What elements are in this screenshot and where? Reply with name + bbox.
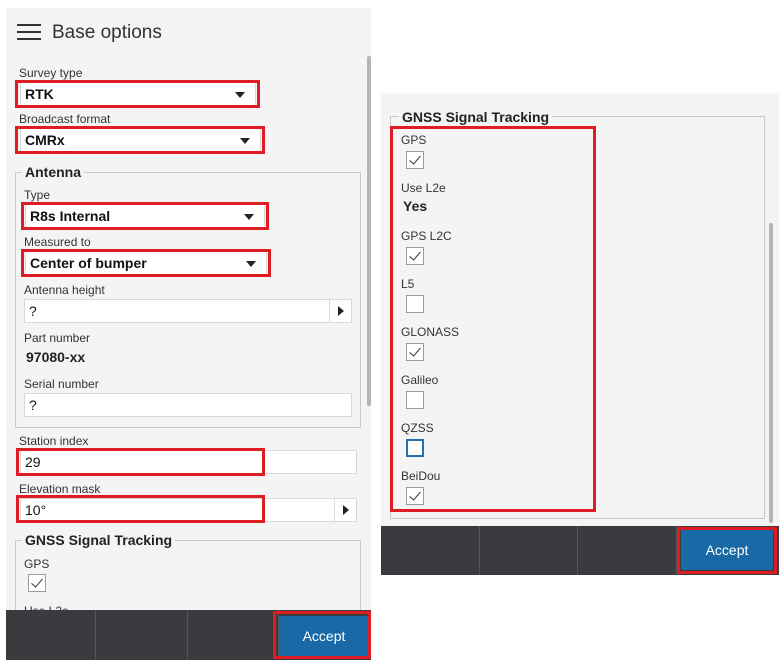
galileo-checkbox[interactable] [406, 391, 424, 409]
part-number-label: Part number [24, 331, 91, 345]
gps-label: GPS [24, 557, 50, 571]
page-title: Base options [52, 22, 162, 43]
chevron-down-icon [235, 92, 245, 98]
check-icon [409, 344, 421, 357]
scrollbar[interactable] [769, 223, 773, 523]
part-number-value: 97080-xx [26, 349, 86, 365]
bottom-toolbar: Accept [6, 610, 371, 660]
chevron-right-icon[interactable] [329, 300, 351, 322]
serial-number-value: ? [29, 397, 37, 413]
gps-checkbox[interactable] [28, 574, 46, 592]
accept-button[interactable]: Accept [681, 530, 773, 570]
qzss-checkbox[interactable] [406, 439, 424, 457]
antenna-type-dropdown[interactable]: R8s Internal [25, 204, 265, 228]
chevron-down-icon [244, 214, 254, 220]
use-l2e-label: Use L2e [401, 181, 446, 195]
station-index-label: Station index [19, 434, 89, 448]
antenna-height-value: ? [29, 303, 37, 319]
chevron-right-icon[interactable] [334, 499, 356, 521]
galileo-label: Galileo [401, 373, 439, 387]
use-l2e-value: Yes [403, 198, 428, 214]
check-icon [409, 152, 421, 165]
station-index-value: 29 [25, 454, 41, 470]
survey-type-dropdown[interactable]: RTK [20, 82, 256, 106]
glonass-checkbox[interactable] [406, 343, 424, 361]
elevation-mask-label: Elevation mask [19, 482, 101, 496]
l5-label: L5 [401, 277, 415, 291]
check-icon [409, 488, 421, 501]
antenna-height-label: Antenna height [24, 283, 105, 297]
serial-number-label: Serial number [24, 377, 99, 391]
gps-checkbox[interactable] [406, 151, 424, 169]
scrollbar[interactable] [367, 56, 371, 406]
gps-l2c-checkbox[interactable] [406, 247, 424, 265]
broadcast-format-label: Broadcast format [19, 112, 111, 126]
station-index-input[interactable]: 29 [20, 450, 357, 474]
survey-type-label: Survey type [19, 66, 83, 80]
base-options-panel: Base options Survey type RTK Broadcast f… [6, 8, 371, 660]
hamburger-menu-icon[interactable] [17, 24, 41, 42]
app-header: Base options [6, 8, 371, 58]
antenna-type-value: R8s Internal [30, 208, 111, 224]
measured-to-value: Center of bumper [30, 255, 147, 271]
beidou-checkbox[interactable] [406, 487, 424, 505]
survey-type-value: RTK [25, 86, 54, 102]
measured-to-dropdown[interactable]: Center of bumper [25, 251, 267, 275]
beidou-label: BeiDou [401, 469, 441, 483]
elevation-mask-input[interactable]: 10° [20, 498, 357, 522]
check-icon [409, 248, 421, 261]
gps-l2c-label: GPS L2C [401, 229, 452, 243]
gnss-signal-tracking-panel: GNSS Signal Tracking GPS Use L2e Yes GPS… [381, 93, 779, 575]
gnss-group-legend: GNSS Signal Tracking [399, 109, 553, 125]
measured-to-label: Measured to [24, 235, 91, 249]
glonass-label: GLONASS [401, 325, 460, 339]
broadcast-format-dropdown[interactable]: CMRx [20, 128, 261, 152]
gnss-signal-tracking-group [390, 116, 765, 519]
antenna-height-input[interactable]: ? [24, 299, 352, 323]
antenna-group-legend: Antenna [22, 164, 84, 180]
gps-label: GPS [401, 133, 427, 147]
qzss-label: QZSS [401, 421, 434, 435]
chevron-down-icon [240, 138, 250, 144]
chevron-down-icon [246, 261, 256, 267]
accept-button[interactable]: Accept [279, 616, 369, 656]
l5-checkbox[interactable] [406, 295, 424, 313]
serial-number-input[interactable]: ? [24, 393, 352, 417]
broadcast-format-value: CMRx [25, 132, 65, 148]
check-icon [31, 575, 43, 588]
elevation-mask-value: 10° [25, 502, 47, 518]
antenna-type-label: Type [24, 188, 51, 202]
bottom-toolbar: Accept [381, 526, 779, 575]
gnss-group-legend: GNSS Signal Tracking [22, 532, 176, 548]
